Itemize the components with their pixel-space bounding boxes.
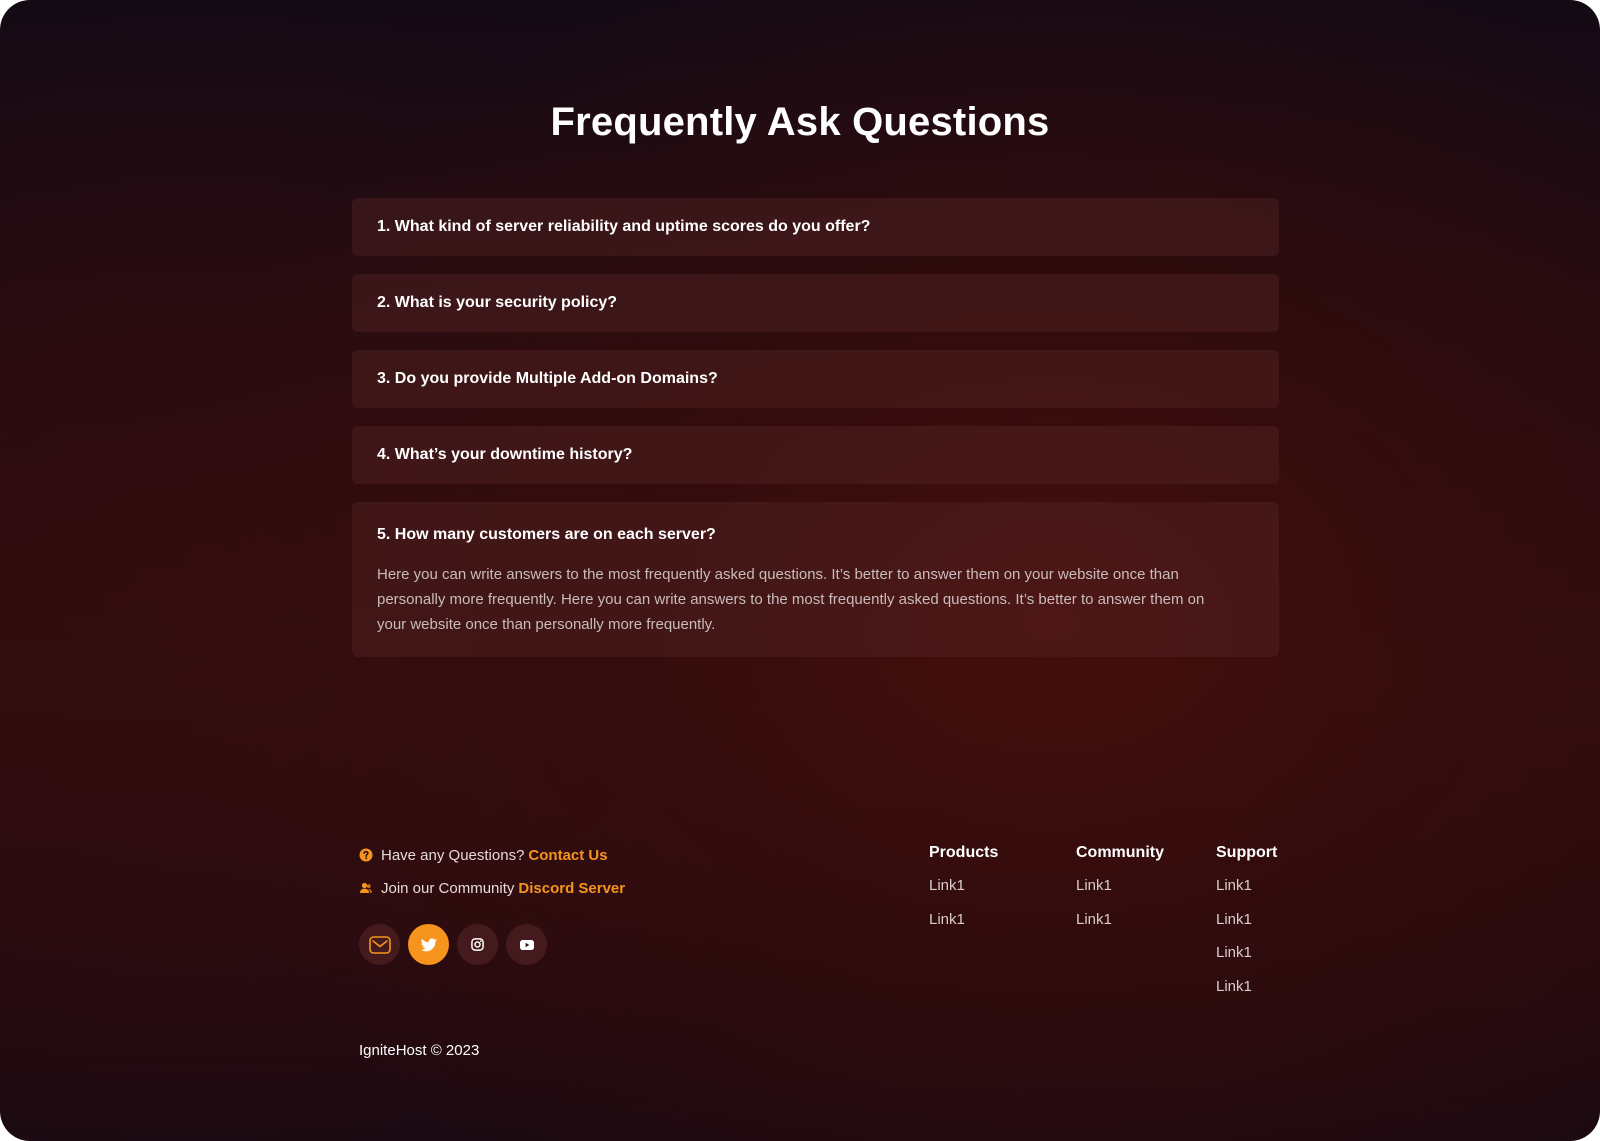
faq-list: 1. What kind of server reliability and u… bbox=[352, 198, 1279, 675]
discord-server-link[interactable]: Discord Server bbox=[518, 880, 625, 897]
footer-link[interactable]: Link1 bbox=[1076, 877, 1164, 899]
mail-button[interactable] bbox=[359, 924, 400, 965]
faq-question: 5. How many customers are on each server… bbox=[377, 526, 716, 543]
footer-link[interactable]: Link1 bbox=[1216, 944, 1277, 966]
faq-item-1[interactable]: 1. What kind of server reliability and u… bbox=[352, 198, 1279, 256]
social-links bbox=[359, 924, 555, 965]
faq-question: 2. What is your security policy? bbox=[377, 294, 618, 311]
mail-icon bbox=[368, 935, 391, 954]
footer-contact: Have any Questions? Contact Us Join our … bbox=[359, 844, 625, 910]
copyright-text: IgniteHost © 2023 bbox=[359, 1042, 480, 1059]
footer-column-support: Support Link1 Link1 Link1 Link1 bbox=[1216, 844, 1277, 1011]
faq-item-3[interactable]: 3. Do you provide Multiple Add-on Domain… bbox=[352, 350, 1279, 408]
instagram-icon bbox=[471, 938, 484, 951]
faq-item-4[interactable]: 4. What’s your downtime history? bbox=[352, 426, 1279, 484]
youtube-icon bbox=[519, 939, 534, 950]
questions-text: Have any Questions? bbox=[381, 846, 525, 864]
instagram-button[interactable] bbox=[457, 924, 498, 965]
youtube-button[interactable] bbox=[506, 924, 547, 965]
footer-link[interactable]: Link1 bbox=[1076, 911, 1164, 933]
footer-link[interactable]: Link1 bbox=[1216, 978, 1277, 1000]
faq-item-5-expanded[interactable]: 5. How many customers are on each server… bbox=[352, 502, 1279, 657]
column-title: Support bbox=[1216, 844, 1278, 861]
question-circle-icon bbox=[359, 848, 373, 862]
users-icon bbox=[359, 881, 373, 895]
page-frame: Frequently Ask Questions 1. What kind of… bbox=[0, 0, 1600, 1141]
contact-row-questions: Have any Questions? Contact Us bbox=[359, 844, 625, 866]
faq-item-2[interactable]: 2. What is your security policy? bbox=[352, 274, 1279, 332]
footer-link[interactable]: Link1 bbox=[1216, 911, 1277, 933]
column-title: Products bbox=[929, 844, 999, 861]
footer-column-products: Products Link1 Link1 bbox=[929, 844, 998, 944]
page-title: Frequently Ask Questions bbox=[550, 100, 1050, 144]
footer-link[interactable]: Link1 bbox=[1216, 877, 1277, 899]
twitter-icon bbox=[420, 938, 437, 951]
footer-link[interactable]: Link1 bbox=[929, 877, 998, 899]
faq-question: 4. What’s your downtime history? bbox=[377, 446, 633, 463]
faq-answer: Here you can write answers to the most f… bbox=[377, 566, 1205, 633]
footer-column-community: Community Link1 Link1 bbox=[1076, 844, 1164, 944]
column-title: Community bbox=[1076, 844, 1164, 861]
faq-question: 1. What kind of server reliability and u… bbox=[377, 218, 871, 235]
community-text: Join our Community bbox=[381, 879, 515, 897]
contact-row-community: Join our Community Discord Server bbox=[359, 877, 625, 899]
footer-link[interactable]: Link1 bbox=[929, 911, 998, 933]
contact-us-link[interactable]: Contact Us bbox=[528, 847, 607, 864]
twitter-button[interactable] bbox=[408, 924, 449, 965]
faq-question: 3. Do you provide Multiple Add-on Domain… bbox=[377, 370, 718, 387]
